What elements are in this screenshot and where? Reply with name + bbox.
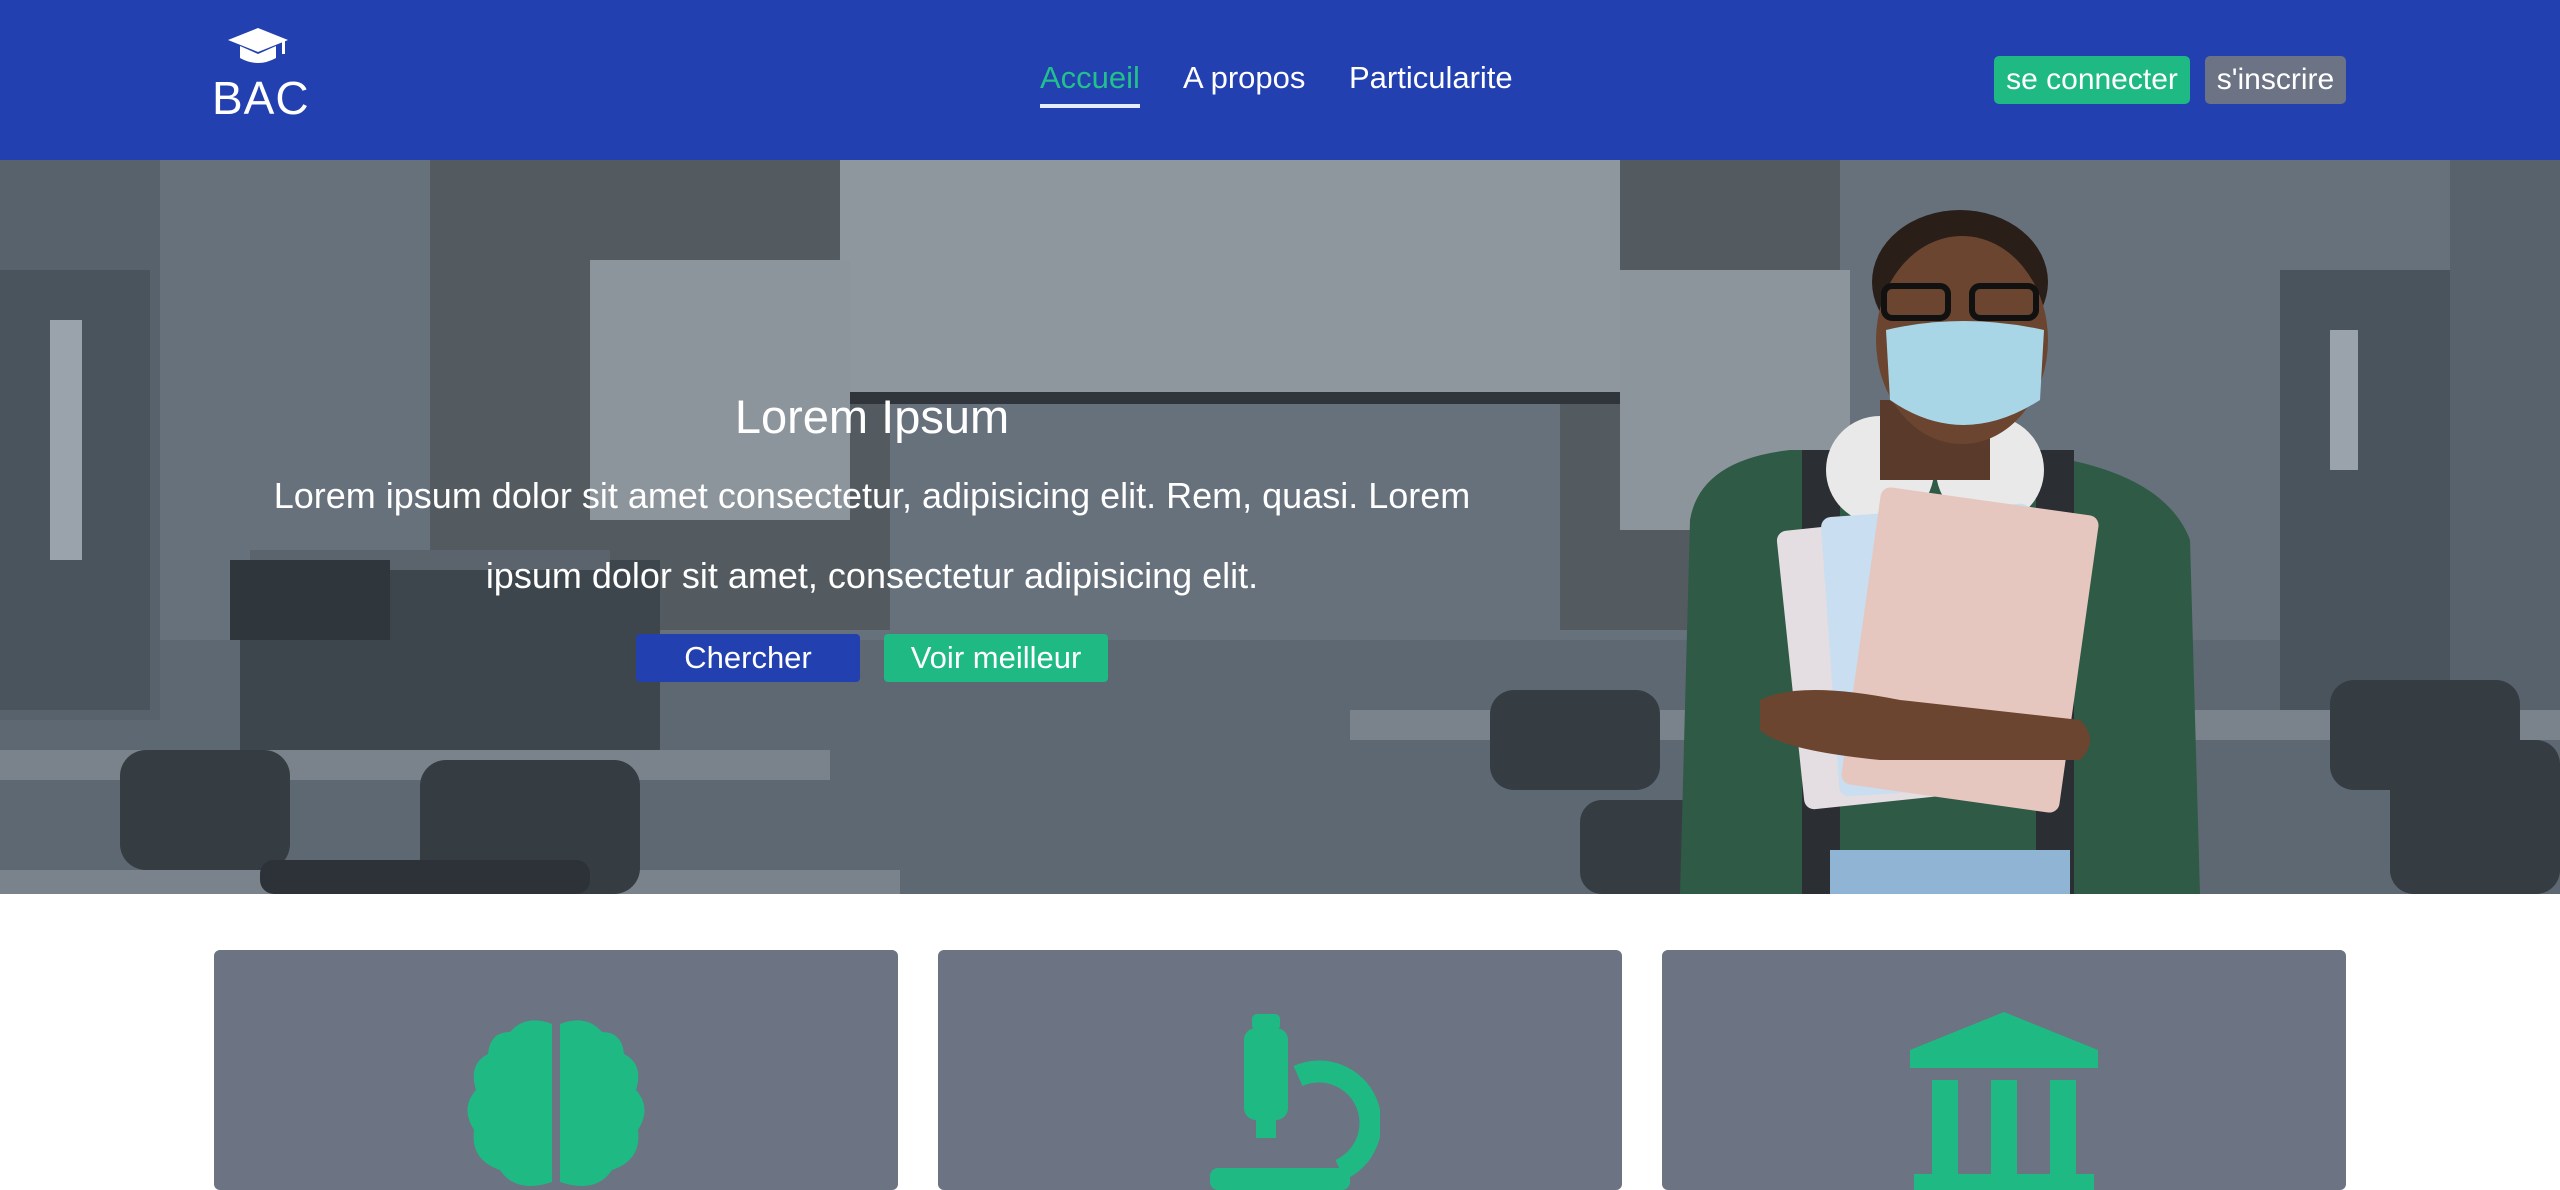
- nav-link-particularite[interactable]: Particularite: [1349, 54, 1513, 102]
- login-button[interactable]: se connecter: [1994, 56, 2190, 104]
- navbar: BAC Accueil A propos Particularite se co…: [0, 0, 2560, 160]
- hero-section: Lorem Ipsum Lorem ipsum dolor sit amet c…: [0, 160, 2560, 894]
- hero-title: Lorem Ipsum: [734, 390, 1010, 443]
- graduation-cap-icon: [228, 28, 288, 63]
- feature-card-3[interactable]: [1662, 950, 2346, 1190]
- brand-name: BAC: [212, 72, 310, 124]
- brand-logo[interactable]: BAC: [212, 26, 310, 128]
- feature-card-2[interactable]: [938, 950, 1622, 1190]
- brain-icon: [467, 1020, 645, 1186]
- see-best-button[interactable]: Voir meilleur: [884, 634, 1108, 682]
- nav-link-a-propos[interactable]: A propos: [1183, 54, 1305, 102]
- microscope-icon: [1210, 1014, 1380, 1190]
- nav-link-accueil[interactable]: Accueil: [1040, 54, 1140, 108]
- search-button[interactable]: Chercher: [636, 634, 860, 682]
- hero-description: Lorem ipsum dolor sit amet consectetur, …: [200, 456, 1544, 616]
- feature-card-1[interactable]: [214, 950, 898, 1190]
- hero-description-line2: ipsum dolor sit amet, consectetur adipis…: [485, 555, 1259, 596]
- institution-icon: [1910, 1012, 2098, 1190]
- hero-description-line1: Lorem ipsum dolor sit amet consectetur, …: [273, 475, 1471, 516]
- signup-button[interactable]: s'inscrire: [2205, 56, 2346, 104]
